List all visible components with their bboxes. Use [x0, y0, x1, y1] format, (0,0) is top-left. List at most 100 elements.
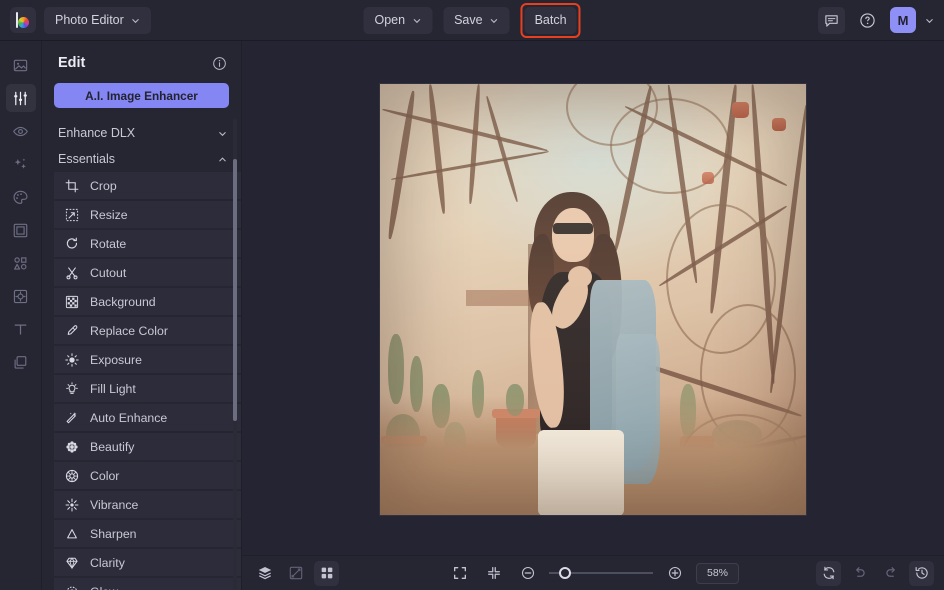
palette-icon — [12, 189, 29, 206]
ai-image-enhancer-button[interactable]: A.I. Image Enhancer — [54, 83, 229, 108]
history-icon — [914, 565, 930, 581]
edit-panel: Edit A.I. Image Enhancer Enhance DLX Ess… — [42, 41, 242, 590]
top-bar: Photo Editor Open Save Batch — [0, 0, 944, 41]
rail-item-paint[interactable] — [6, 183, 36, 211]
tool-color[interactable]: Color — [54, 462, 241, 490]
batch-button[interactable]: Batch — [525, 7, 577, 34]
rail-item-shapes[interactable] — [6, 249, 36, 277]
chevron-down-icon — [218, 129, 227, 138]
chevron-up-icon — [218, 155, 227, 164]
tool-rail — [0, 41, 42, 590]
batch-button-highlight: Batch — [521, 3, 581, 38]
chat-bubble-icon — [824, 13, 839, 28]
tool-sharpen[interactable]: Sharpen — [54, 520, 241, 548]
group-essentials[interactable]: Essentials — [42, 146, 241, 172]
help-button[interactable] — [854, 7, 881, 34]
rail-item-overlays[interactable] — [6, 282, 36, 310]
panel-scrollbar-thumb[interactable] — [233, 159, 237, 421]
layers-button[interactable] — [252, 561, 277, 586]
image-icon — [12, 57, 29, 74]
zoom-out-button[interactable] — [515, 561, 540, 586]
open-button[interactable]: Open — [363, 7, 432, 34]
tool-label: Glow — [90, 585, 118, 590]
tool-background[interactable]: Background — [54, 288, 241, 316]
tool-beautify[interactable]: Beautify — [54, 433, 241, 461]
crop-icon — [64, 179, 79, 193]
group-essentials-label: Essentials — [58, 152, 115, 166]
avatar-initial: M — [898, 13, 909, 28]
undo-button[interactable] — [847, 561, 872, 586]
grid-button[interactable] — [314, 561, 339, 586]
reset-button[interactable] — [816, 561, 841, 586]
zoom-level-field[interactable]: 58% — [696, 563, 739, 584]
expand-icon — [452, 565, 468, 581]
tool-rotate[interactable]: Rotate — [54, 230, 241, 258]
tool-fill-light[interactable]: Fill Light — [54, 375, 241, 403]
panel-scrollbar[interactable] — [233, 119, 237, 590]
zoom-slider-handle[interactable] — [559, 567, 571, 579]
question-circle-icon — [859, 12, 876, 29]
triangle-icon — [64, 527, 79, 541]
plus-circle-icon — [667, 565, 683, 581]
tool-clarity[interactable]: Clarity — [54, 549, 241, 577]
rail-item-frames[interactable] — [6, 216, 36, 244]
sliders-icon — [12, 90, 29, 107]
photo-editor-app: Photo Editor Open Save Batch — [0, 0, 944, 590]
rail-item-adjust[interactable] — [6, 84, 36, 112]
canvas-image[interactable] — [380, 84, 806, 515]
tool-label: Rotate — [90, 237, 126, 251]
text-icon — [12, 321, 29, 338]
fullscreen-button[interactable] — [447, 561, 472, 586]
brightness-icon — [64, 353, 79, 367]
frame-icon — [12, 222, 29, 239]
compare-icon — [288, 565, 304, 581]
minus-circle-icon — [520, 565, 536, 581]
info-circle-icon[interactable] — [212, 56, 227, 71]
zoom-in-button[interactable] — [662, 561, 687, 586]
chevron-down-icon[interactable] — [925, 16, 934, 25]
chevron-down-icon — [412, 16, 421, 25]
gear-glow-icon — [64, 585, 79, 590]
zoom-slider[interactable] — [549, 572, 653, 574]
rail-item-retouch[interactable] — [6, 117, 36, 145]
tool-label: Crop — [90, 179, 117, 193]
redo-button[interactable] — [878, 561, 903, 586]
tool-crop[interactable]: Crop — [54, 172, 241, 200]
compare-button[interactable] — [283, 561, 308, 586]
avatar[interactable]: M — [890, 7, 916, 33]
tool-replace-color[interactable]: Replace Color — [54, 317, 241, 345]
rail-item-effects[interactable] — [6, 150, 36, 178]
product-menu-button[interactable]: Photo Editor — [44, 7, 151, 34]
tool-cutout[interactable]: Cutout — [54, 259, 241, 287]
shapes-icon — [12, 255, 29, 272]
resize-icon — [64, 208, 79, 222]
group-enhance-dlx-label: Enhance DLX — [58, 126, 135, 140]
tool-auto-enhance[interactable]: Auto Enhance — [54, 404, 241, 432]
zoom-controls: 58% — [447, 561, 739, 586]
redo-icon — [883, 565, 899, 581]
rail-item-image[interactable] — [6, 51, 36, 79]
batch-label: Batch — [535, 13, 567, 27]
tool-label: Clarity — [90, 556, 125, 570]
eye-icon — [12, 123, 29, 140]
app-logo-button[interactable] — [10, 7, 36, 33]
fit-screen-button[interactable] — [481, 561, 506, 586]
group-enhance-dlx[interactable]: Enhance DLX — [42, 120, 241, 146]
tool-exposure[interactable]: Exposure — [54, 346, 241, 374]
save-button[interactable]: Save — [443, 7, 510, 34]
rail-item-text[interactable] — [6, 315, 36, 343]
tool-label: Exposure — [90, 353, 142, 367]
layers-icon — [257, 565, 273, 581]
canvas-area[interactable]: 58% — [242, 41, 944, 590]
tool-resize[interactable]: Resize — [54, 201, 241, 229]
tool-vibrance[interactable]: Vibrance — [54, 491, 241, 519]
history-button[interactable] — [909, 561, 934, 586]
tool-glow[interactable]: Glow — [54, 578, 241, 590]
rail-item-layers[interactable] — [6, 348, 36, 376]
tool-label: Cutout — [90, 266, 126, 280]
tool-label: Auto Enhance — [90, 411, 167, 425]
burst-icon — [64, 498, 79, 512]
bee-color-wheel-logo-icon — [15, 12, 32, 29]
feedback-button[interactable] — [818, 7, 845, 34]
bottom-bar: 58% — [242, 555, 944, 590]
